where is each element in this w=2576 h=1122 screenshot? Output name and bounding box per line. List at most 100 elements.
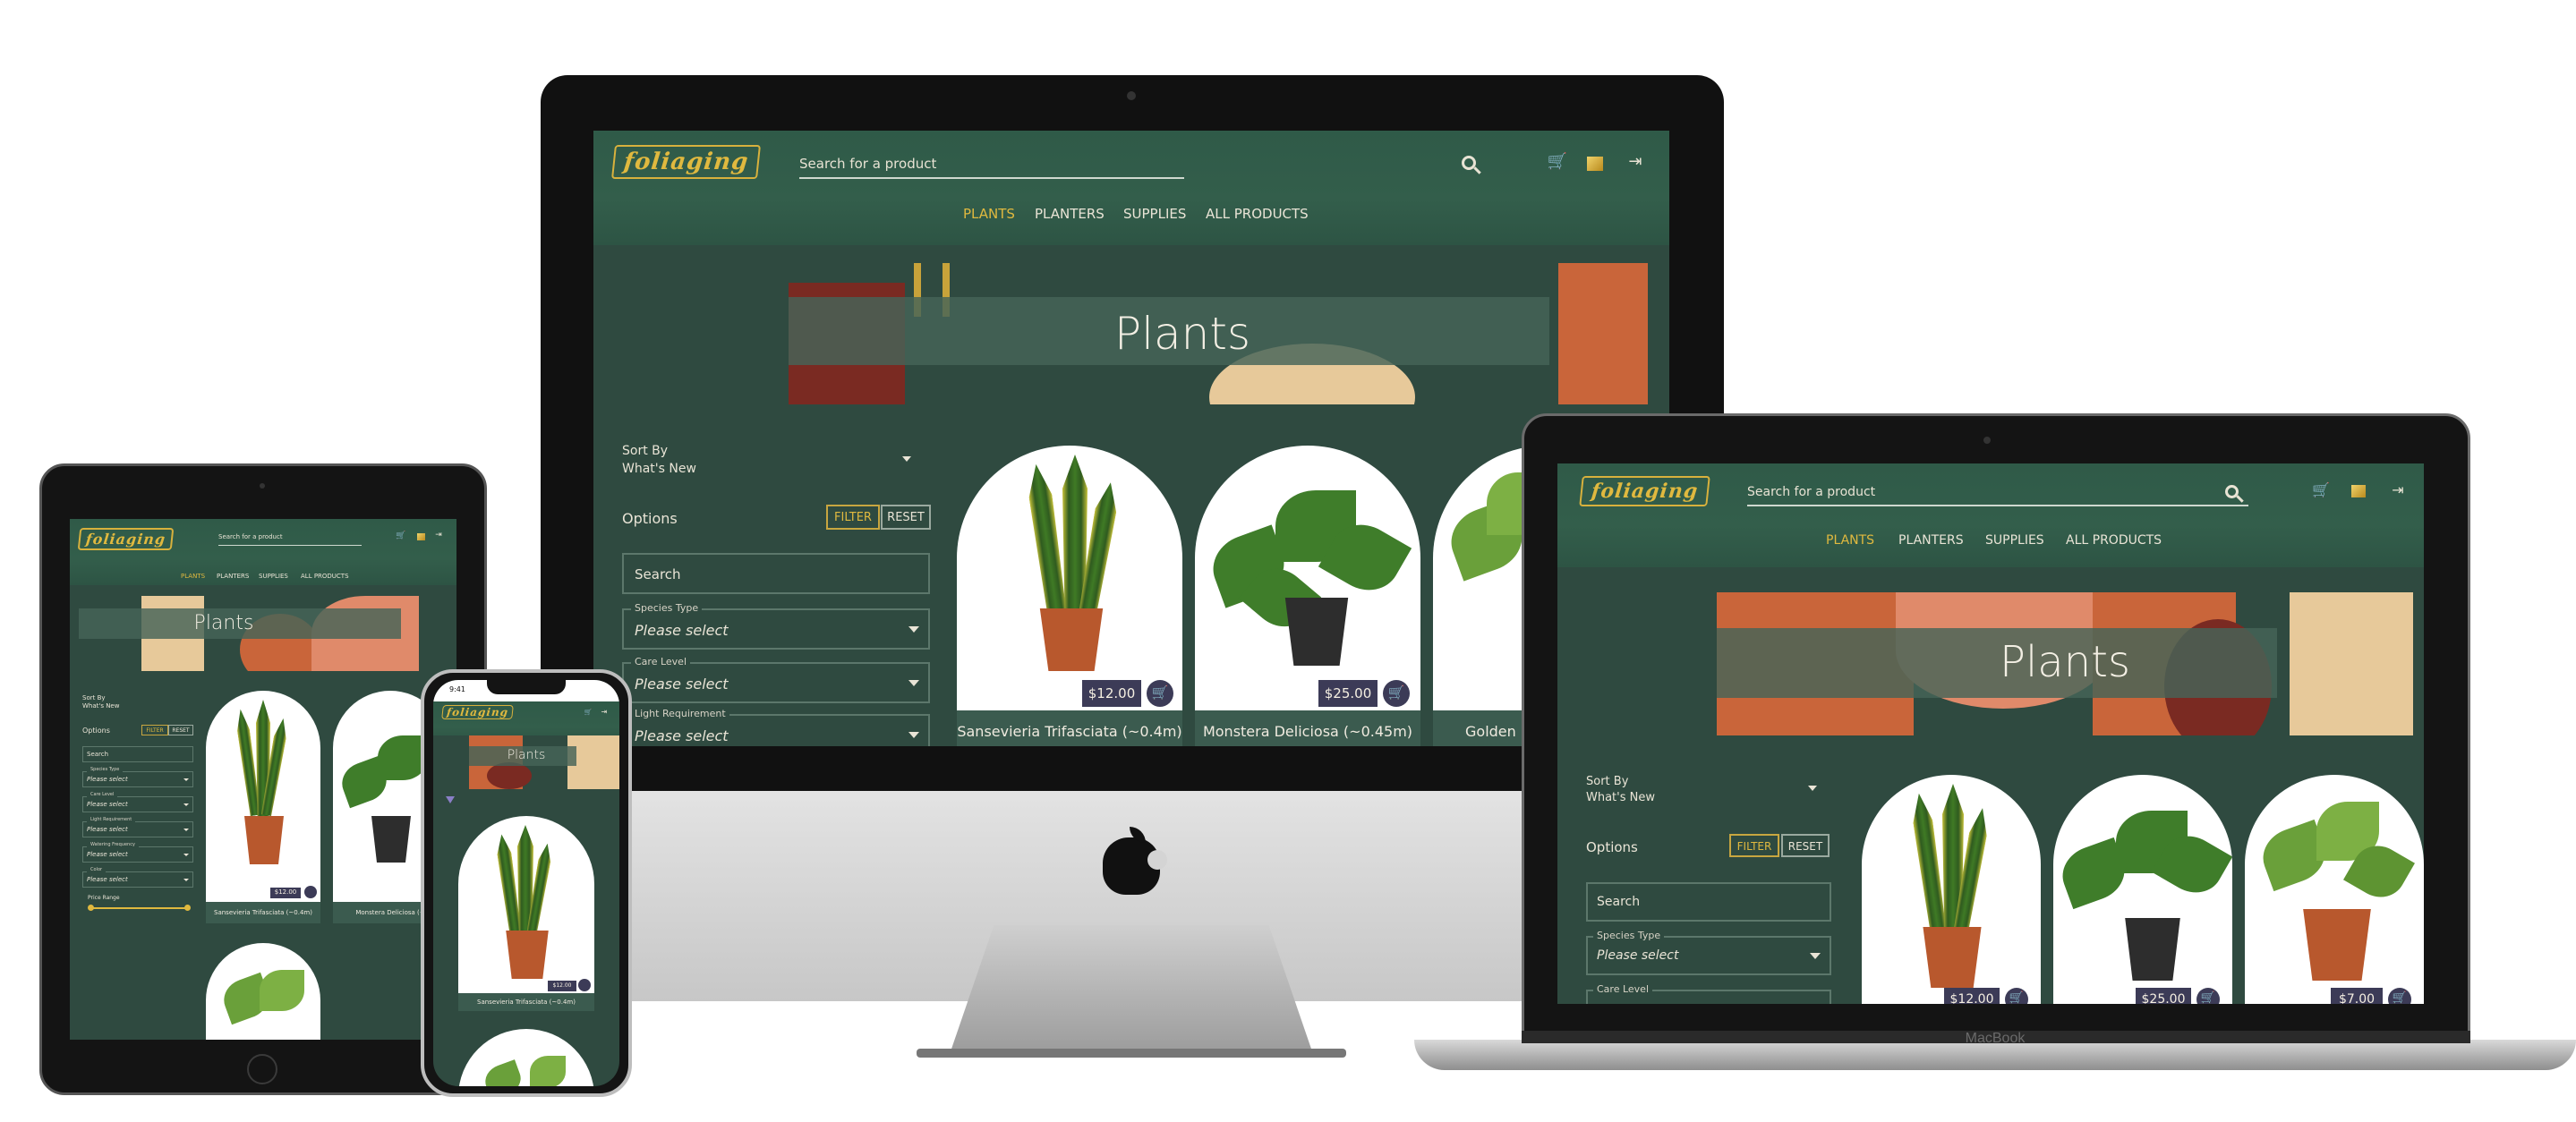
price-range-min-handle[interactable] — [88, 905, 94, 911]
options-label: Options — [622, 510, 678, 527]
laptop-camera — [1983, 437, 1991, 444]
color-select[interactable]: Color Please select — [82, 867, 193, 888]
page-banner: Plants — [789, 263, 1648, 404]
price-range-slider[interactable] — [90, 907, 188, 909]
add-to-cart-button[interactable]: 🛒 — [1383, 680, 1410, 707]
tablet-site: foliaging Search for a product 🛒 ⇥ PLANT… — [70, 519, 456, 1040]
product-card[interactable]: $25.00 🛒 — [2053, 775, 2232, 1004]
nav-plants[interactable]: PLANTS — [181, 573, 205, 580]
add-to-cart-button[interactable]: 🛒 — [2005, 988, 2028, 1004]
sort-caret-icon[interactable] — [902, 456, 911, 462]
cart-icon[interactable]: 🛒 — [1547, 152, 1568, 171]
add-to-cart-button[interactable]: 🛒 — [2388, 988, 2411, 1004]
product-price: $7.00 — [2331, 988, 2383, 1004]
sort-by-label: Sort By — [622, 444, 669, 458]
species-type-select[interactable]: Species Type Please select — [622, 602, 930, 650]
site-logo[interactable]: foliaging — [441, 705, 514, 719]
search-icon[interactable] — [1462, 156, 1476, 170]
product-name: Sansevieria Trifasciata (~0.4m) — [458, 993, 594, 1011]
site-logo[interactable]: foliaging — [77, 528, 175, 550]
search-field[interactable]: Search — [622, 553, 930, 594]
care-level-select[interactable]: Care Level Please select — [622, 656, 930, 703]
search-input[interactable]: Search for a product — [799, 149, 1184, 179]
species-type-select[interactable]: Species Type Please select — [1586, 930, 1831, 975]
logout-icon[interactable]: ⇥ — [600, 708, 609, 716]
options-label: Options — [1586, 839, 1638, 855]
sort-by-value[interactable]: What's New — [1586, 791, 1655, 804]
cart-icon[interactable]: 🛒 — [584, 709, 593, 716]
sort-by-label: Sort By — [1586, 775, 1629, 788]
account-icon[interactable] — [1587, 157, 1603, 171]
nav-planters[interactable]: PLANTERS — [1898, 533, 1964, 548]
page-title: Plants — [1113, 308, 1251, 360]
product-name: Sansevieria Trifasciata (~0.4m) — [206, 902, 320, 923]
search-field[interactable]: Search — [82, 746, 193, 762]
watering-frequency-select[interactable]: Watering Frequency Please select — [82, 842, 193, 863]
price-range-label: Price Range — [88, 895, 120, 901]
cart-icon[interactable]: 🛒 — [396, 531, 406, 540]
nav-supplies[interactable]: SUPPLIES — [259, 573, 288, 580]
filter-button[interactable]: FILTER — [826, 505, 880, 530]
product-card[interactable]: $7.00 🛒 — [2245, 775, 2424, 1004]
imac-stand-base — [917, 1049, 1346, 1058]
nav-supplies[interactable]: SUPPLIES — [1123, 206, 1186, 222]
logout-icon[interactable]: ⇥ — [433, 531, 444, 540]
product-price: $12.00 — [1944, 988, 2000, 1004]
nav-all-products[interactable]: ALL PRODUCTS — [301, 573, 349, 580]
laptop-brand: MacBook — [1965, 1031, 2026, 1046]
care-level-select[interactable]: Care Level Please select — [82, 792, 193, 812]
add-to-cart-button[interactable] — [304, 886, 317, 898]
filter-button[interactable]: FILTER — [141, 725, 168, 735]
sort-by-value[interactable]: What's New — [622, 462, 696, 476]
product-price: $12.00 — [270, 888, 301, 898]
filter-button[interactable]: FILTER — [1729, 834, 1779, 857]
add-to-cart-button[interactable] — [578, 979, 591, 991]
site-logo[interactable]: foliaging — [1579, 476, 1711, 506]
reset-button[interactable]: RESET — [881, 505, 931, 530]
nav-all-products[interactable]: ALL PRODUCTS — [2066, 533, 2162, 548]
add-to-cart-button[interactable]: 🛒 — [2196, 988, 2220, 1004]
reset-button[interactable]: RESET — [1781, 834, 1830, 857]
sort-by-value[interactable]: What's New — [82, 702, 119, 710]
page-banner: Plants — [1717, 592, 2413, 735]
apple-logo-icon — [1103, 827, 1167, 895]
product-card[interactable] — [206, 943, 320, 1040]
filter-icon[interactable] — [446, 796, 455, 803]
cart-icon[interactable]: 🛒 — [2311, 481, 2331, 498]
nav-planters[interactable]: PLANTERS — [1035, 206, 1105, 222]
product-card[interactable]: $12.00 Sansevieria Trifasciata (~0.4m) — [458, 816, 594, 1011]
search-input[interactable]: Search for a product — [1747, 480, 2248, 506]
search-icon[interactable] — [2225, 485, 2239, 498]
add-to-cart-button[interactable]: 🛒 — [1147, 680, 1173, 707]
nav-supplies[interactable]: SUPPLIES — [1985, 533, 2044, 548]
nav-plants[interactable]: PLANTS — [1826, 533, 1874, 548]
page-title: Plants — [2000, 637, 2130, 687]
care-level-select[interactable]: Care Level — [1586, 983, 1831, 1004]
nav-planters[interactable]: PLANTERS — [217, 573, 249, 580]
search-field[interactable]: Search — [1586, 882, 1831, 922]
page-title: Plants — [507, 748, 546, 762]
logout-icon[interactable]: ⇥ — [1625, 152, 1646, 171]
light-requirement-select[interactable]: Light Requirement Please select — [82, 817, 193, 837]
product-card[interactable]: $12.00 🛒 — [1862, 775, 2041, 1004]
page-banner: Plants — [433, 735, 619, 789]
species-type-select[interactable]: Species Type Please select — [82, 767, 193, 787]
price-range-max-handle[interactable] — [184, 905, 191, 911]
site-logo[interactable]: foliaging — [611, 145, 762, 179]
phone-site: 9:41 foliaging 🛒 ⇥ Plants $12.00 Sansevi… — [433, 680, 619, 1086]
reset-button[interactable]: RESET — [168, 725, 193, 735]
product-card[interactable]: $12.00 🛒 Sansevieria Trifasciata (~0.4m) — [957, 446, 1182, 746]
product-card[interactable] — [458, 1029, 594, 1086]
light-requirement-select[interactable]: Light Requirement Please select — [622, 708, 930, 746]
sort-caret-icon[interactable] — [1808, 786, 1817, 791]
tablet-home-button[interactable] — [247, 1054, 277, 1084]
account-icon[interactable] — [2351, 485, 2366, 497]
logout-icon[interactable]: ⇥ — [2388, 481, 2408, 498]
account-icon[interactable] — [417, 533, 425, 540]
nav-all-products[interactable]: ALL PRODUCTS — [1206, 206, 1309, 222]
product-card[interactable]: $25.00 🛒 Monstera Deliciosa (~0.45m) — [1195, 446, 1420, 746]
product-card[interactable]: $12.00 Sansevieria Trifasciata (~0.4m) — [206, 691, 320, 923]
nav-plants[interactable]: PLANTS — [963, 206, 1015, 222]
tablet-camera — [260, 483, 265, 489]
search-input[interactable]: Search for a product — [218, 533, 362, 546]
